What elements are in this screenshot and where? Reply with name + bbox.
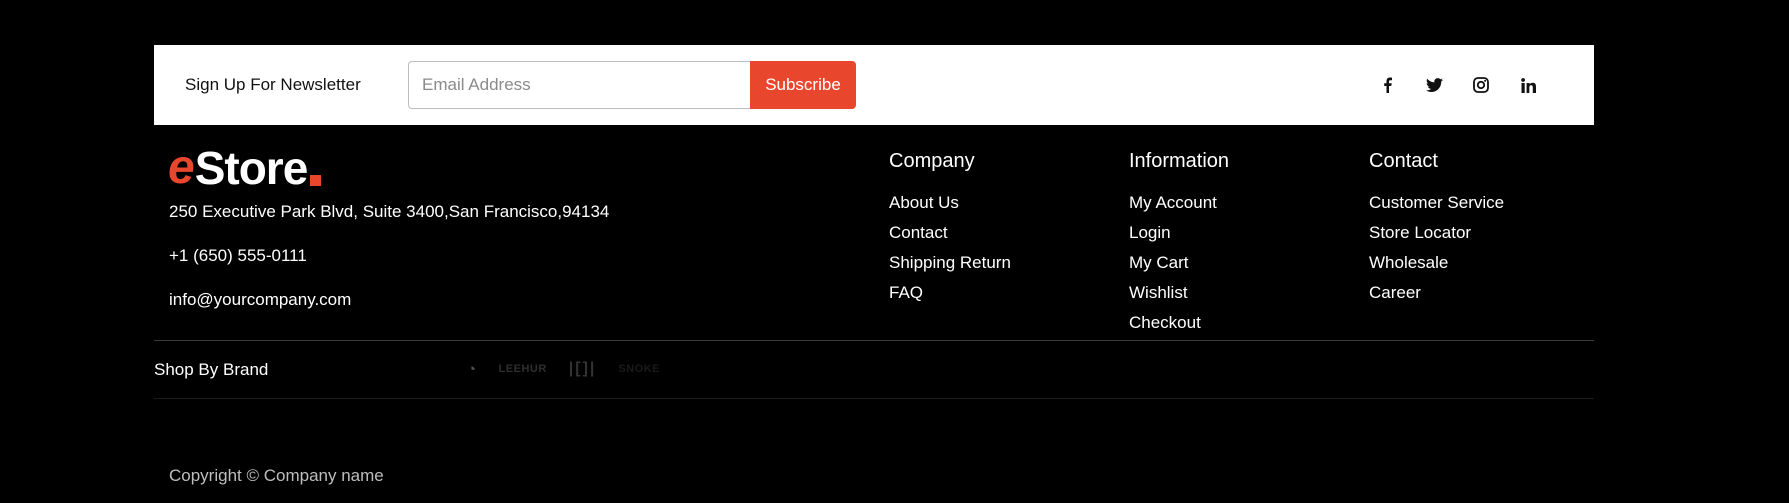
social-links	[1377, 45, 1538, 125]
footer-link-my-cart[interactable]: My Cart	[1129, 253, 1229, 273]
newsletter-label: Sign Up For Newsletter	[185, 75, 361, 94]
address-email[interactable]: info@yourcompany.com	[169, 290, 351, 310]
contact-heading: Contact	[1369, 150, 1438, 172]
linkedin-icon[interactable]	[1518, 75, 1538, 95]
footer-link-my-account[interactable]: My Account	[1129, 193, 1229, 213]
footer-link-contact[interactable]: Contact	[889, 223, 1011, 243]
facebook-icon[interactable]	[1377, 75, 1397, 95]
footer-link-login[interactable]: Login	[1129, 223, 1229, 243]
address-street: 250 Executive Park Blvd, Suite 3400,San …	[169, 202, 610, 221]
shop-by-brand-label: Shop By Brand	[154, 360, 269, 379]
footer-link-faq[interactable]: FAQ	[889, 283, 1011, 303]
store-logo[interactable]: e Store	[168, 141, 322, 194]
information-heading: Information	[1129, 150, 1230, 172]
footer-link-store-locator[interactable]: Store Locator	[1369, 223, 1504, 243]
newsletter-form: Subscribe	[408, 61, 856, 109]
copyright-text: Copyright © Company name	[169, 466, 384, 485]
footer-link-customer-service[interactable]: Customer Service	[1369, 193, 1504, 213]
logo-initial: e	[168, 141, 195, 194]
footer-link-career[interactable]: Career	[1369, 283, 1504, 303]
footer-link-wishlist[interactable]: Wishlist	[1129, 283, 1229, 303]
address-phone[interactable]: +1 (650) 555-0111	[169, 246, 307, 266]
brand-logo[interactable]: ◔	[467, 361, 477, 378]
email-input[interactable]	[408, 61, 750, 109]
footer-link-wholesale[interactable]: Wholesale	[1369, 253, 1504, 273]
instagram-icon[interactable]	[1471, 75, 1491, 95]
contact-column: Contact Customer Service Store Locator W…	[1369, 150, 1504, 313]
shop-by-brand-strip: Shop By Brand ◔ LEEHUR |[]| SNOKE	[154, 340, 1594, 399]
brand-logo[interactable]: |[]|	[569, 360, 597, 378]
company-column: Company About Us Contact Shipping Return…	[889, 150, 1011, 313]
brand-logos: ◔ LEEHUR |[]| SNOKE	[467, 358, 660, 380]
information-column: Information My Account Login My Cart Wis…	[1129, 150, 1229, 343]
twitter-icon[interactable]	[1424, 75, 1444, 95]
brand-logo[interactable]: LEEHUR	[499, 363, 547, 375]
footer-link-checkout[interactable]: Checkout	[1129, 313, 1229, 333]
logo-text: Store	[194, 142, 309, 194]
company-heading: Company	[889, 150, 975, 172]
footer-link-about-us[interactable]: About Us	[889, 193, 1011, 213]
logo-dot	[310, 175, 322, 186]
subscribe-button[interactable]: Subscribe	[750, 61, 856, 109]
newsletter-bar: Sign Up For Newsletter Subscribe	[154, 45, 1594, 125]
footer-link-shipping-return[interactable]: Shipping Return	[889, 253, 1011, 273]
brand-logo[interactable]: SNOKE	[618, 363, 660, 375]
